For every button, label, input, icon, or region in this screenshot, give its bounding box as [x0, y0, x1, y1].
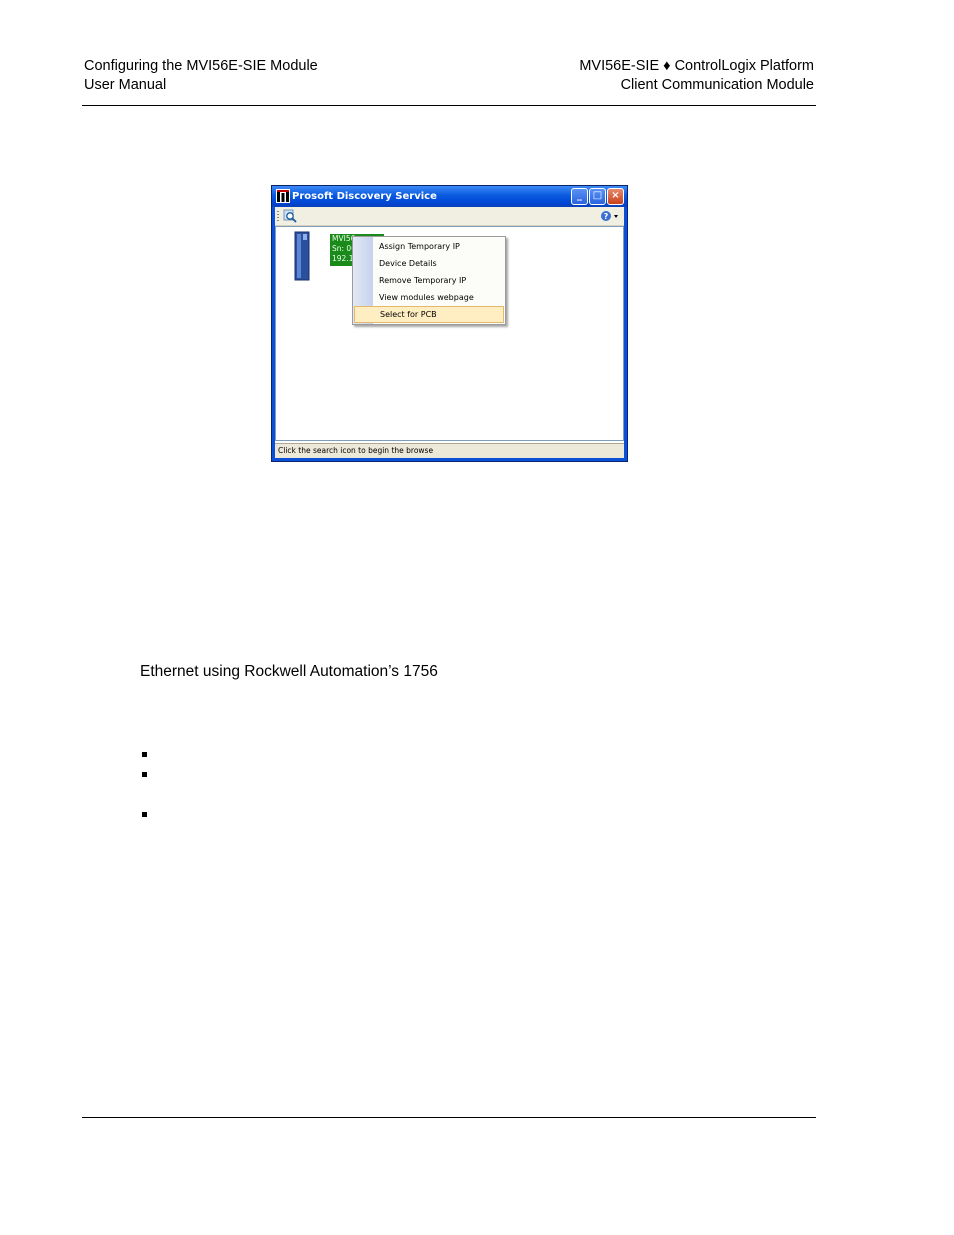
bullet-marker [142, 772, 147, 777]
header-platform: MVI56E-SIE ♦ ControlLogix Platform [579, 58, 814, 74]
body-paragraph: Ethernet using Rockwell Automation’s 175… [140, 663, 438, 680]
menu-item-select-for-pcb[interactable]: Select for PCB [354, 306, 504, 323]
header-doc-title: Configuring the MVI56E-SIE Module [84, 58, 318, 74]
menu-item-assign-temporary-ip[interactable]: Assign Temporary IP [354, 238, 504, 255]
close-button[interactable]: × [607, 188, 624, 205]
help-icon[interactable]: ? [600, 209, 620, 223]
window-titlebar[interactable]: Prosoft Discovery Service _ □ × [272, 186, 627, 207]
window-frame-bottom [272, 458, 627, 461]
maximize-button[interactable]: □ [589, 188, 606, 205]
window-title: Prosoft Discovery Service [292, 191, 437, 202]
status-bar: Click the search icon to begin the brows… [275, 443, 624, 458]
svg-text:?: ? [604, 212, 609, 221]
toolbar: ? [275, 207, 624, 226]
bullet-marker [142, 812, 147, 817]
header-rule [82, 105, 816, 106]
search-icon[interactable] [283, 209, 297, 223]
context-menu: Assign Temporary IP Device Details Remov… [352, 236, 506, 325]
module-icon[interactable] [291, 230, 313, 282]
header-left: Configuring the MVI56E-SIE Module User M… [84, 57, 318, 95]
bullet-marker [142, 752, 147, 757]
minimize-button[interactable]: _ [571, 188, 588, 205]
header-module: Client Communication Module [620, 77, 814, 93]
menu-item-device-details[interactable]: Device Details [354, 255, 504, 272]
menu-item-remove-temporary-ip[interactable]: Remove Temporary IP [354, 272, 504, 289]
window-frame-right [624, 207, 627, 461]
header-doc-type: User Manual [84, 77, 167, 93]
toolbar-grip[interactable] [277, 211, 279, 221]
footer-rule [82, 1117, 816, 1118]
app-icon [276, 189, 290, 203]
menu-item-view-webpage[interactable]: View modules webpage [354, 289, 504, 306]
header-right: MVI56E-SIE ♦ ControlLogix Platform Clien… [579, 57, 814, 95]
